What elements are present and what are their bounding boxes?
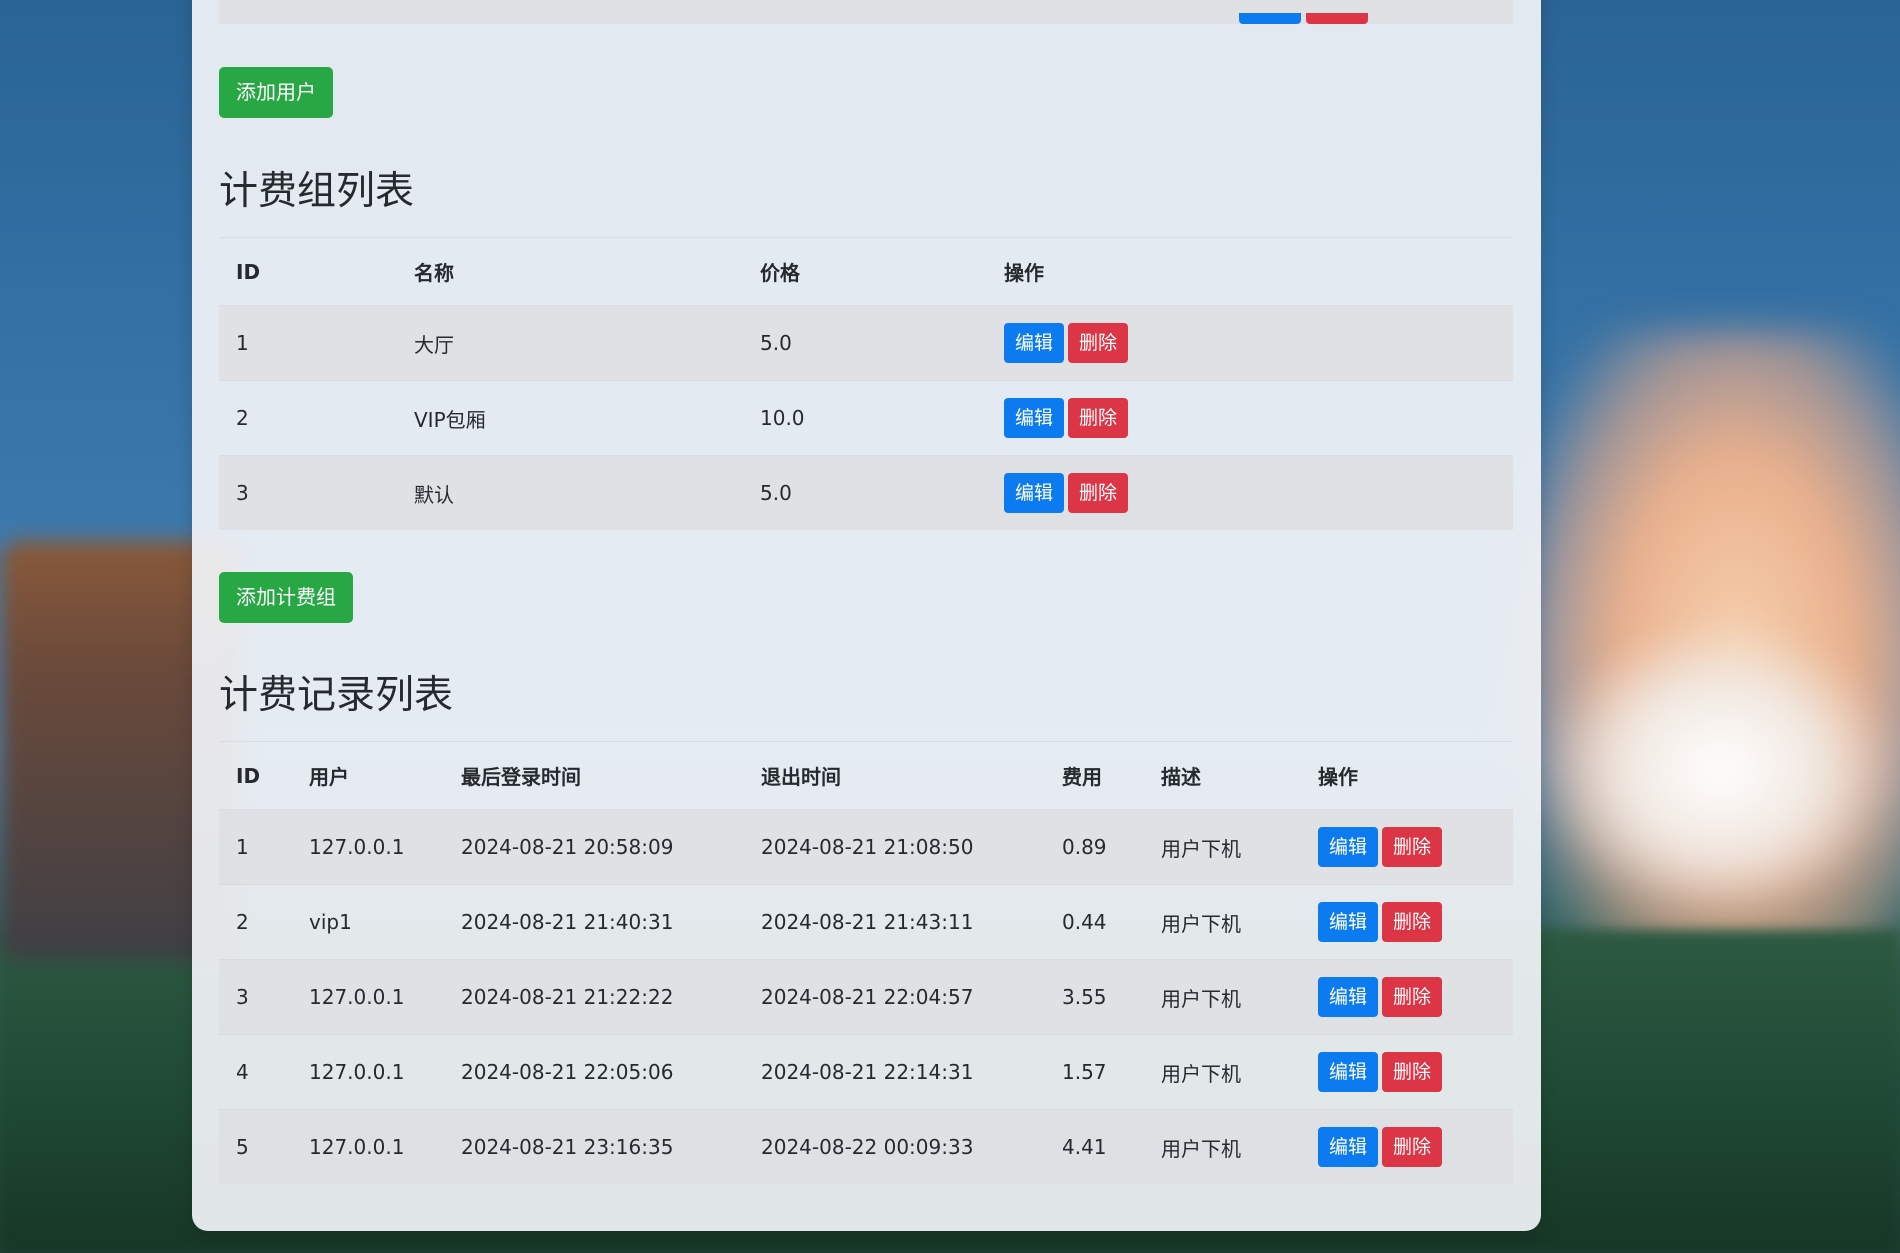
cell-actions: 编辑 删除: [1301, 960, 1513, 1035]
cell-login-time: 2024-08-21 23:16:35: [461, 1135, 674, 1159]
table-row: 4 127.0.0.1 2024-08-21 22:05:06 2024-08-…: [219, 1034, 1513, 1110]
user-table-last-row: [219, 0, 1513, 24]
column-header: 最后登录时间: [461, 765, 581, 789]
table-row: 3 127.0.0.1 2024-08-21 21:22:22 2024-08-…: [219, 959, 1513, 1035]
content-panel: 添加用户 计费组列表 ID 名称 价格 操作 1 大厅 5.0 编辑 删除 2 …: [192, 0, 1541, 1231]
column-header: 操作: [1004, 261, 1044, 285]
column-header: 费用: [1062, 765, 1102, 789]
edit-button[interactable]: [1239, 13, 1301, 24]
cell-description: 用户下机: [1161, 986, 1241, 1011]
cell-login-time: 2024-08-21 21:22:22: [461, 985, 674, 1009]
table-row: 2 vip1 2024-08-21 21:40:31 2024-08-21 21…: [219, 884, 1513, 960]
cell-price: 10.0: [760, 406, 805, 430]
cell-fee: 1.57: [1062, 1060, 1107, 1084]
add-billing-group-button[interactable]: 添加计费组: [219, 572, 353, 623]
cell-user: 127.0.0.1: [309, 835, 405, 859]
delete-button[interactable]: 删除: [1068, 323, 1129, 363]
edit-button[interactable]: 编辑: [1318, 827, 1379, 867]
column-header: 价格: [760, 261, 800, 285]
cell-logout-time: 2024-08-21 21:08:50: [761, 835, 974, 859]
cell-fee: 4.41: [1062, 1135, 1107, 1159]
cell-name: 默认: [414, 482, 454, 507]
cell-user: 127.0.0.1: [309, 985, 405, 1009]
cell-id: 1: [236, 835, 249, 859]
cell-login-time: 2024-08-21 21:40:31: [461, 910, 674, 934]
cell-id: 4: [236, 1060, 249, 1084]
column-header: 操作: [1318, 765, 1358, 789]
cell-user: vip1: [309, 910, 352, 934]
table-row: 1 大厅 5.0 编辑 删除: [219, 305, 1513, 381]
cell-fee: 0.44: [1062, 910, 1107, 934]
cell-id: 3: [236, 481, 249, 505]
cell-id: 3: [236, 985, 249, 1009]
edit-button[interactable]: 编辑: [1004, 473, 1065, 513]
cell-login-time: 2024-08-21 20:58:09: [461, 835, 674, 859]
cell-description: 用户下机: [1161, 911, 1241, 936]
edit-button[interactable]: 编辑: [1318, 902, 1379, 942]
billing-group-table: ID 名称 价格 操作 1 大厅 5.0 编辑 删除 2 VIP包厢 10.0 编…: [219, 238, 1513, 530]
column-header: ID: [236, 763, 261, 788]
cell-id: 2: [236, 910, 249, 934]
table-row: 3 默认 5.0 编辑 删除: [219, 455, 1513, 531]
cell-price: 5.0: [760, 481, 792, 505]
cell-fee: 3.55: [1062, 985, 1107, 1009]
cell-logout-time: 2024-08-21 21:43:11: [761, 910, 974, 934]
table-row: 2 VIP包厢 10.0 编辑 删除: [219, 380, 1513, 456]
cell-actions: 编辑 删除: [1301, 1110, 1513, 1185]
billing-record-title: 计费记录列表: [219, 673, 454, 718]
delete-button[interactable]: [1306, 13, 1368, 24]
cell-id: 5: [236, 1135, 249, 1159]
cell-actions: 编辑 删除: [1301, 1035, 1513, 1110]
cell-user: 127.0.0.1: [309, 1135, 405, 1159]
cell-id: 1: [236, 331, 249, 355]
cell-actions: 编辑 删除: [1301, 885, 1513, 960]
cell-logout-time: 2024-08-21 22:14:31: [761, 1060, 974, 1084]
delete-button[interactable]: 删除: [1382, 902, 1443, 942]
cell-description: 用户下机: [1161, 1136, 1241, 1161]
cell-description: 用户下机: [1161, 836, 1241, 861]
edit-button[interactable]: 编辑: [1318, 977, 1379, 1017]
column-header: ID: [236, 259, 261, 284]
cell-login-time: 2024-08-21 22:05:06: [461, 1060, 674, 1084]
column-header: 描述: [1161, 765, 1201, 789]
delete-button[interactable]: 删除: [1068, 398, 1129, 438]
edit-button[interactable]: 编辑: [1004, 323, 1065, 363]
delete-button[interactable]: 删除: [1382, 827, 1443, 867]
cell-logout-time: 2024-08-21 22:04:57: [761, 985, 974, 1009]
cell-fee: 0.89: [1062, 835, 1107, 859]
cell-description: 用户下机: [1161, 1061, 1241, 1086]
column-header: 名称: [414, 261, 454, 285]
edit-button[interactable]: 编辑: [1318, 1127, 1379, 1167]
column-header: 退出时间: [761, 765, 841, 789]
delete-button[interactable]: 删除: [1382, 1052, 1443, 1092]
cell-price: 5.0: [760, 331, 792, 355]
cell-actions: 编辑 删除: [987, 381, 1513, 456]
cell-actions: 编辑 删除: [987, 306, 1513, 381]
column-header: 用户: [309, 765, 349, 789]
delete-button[interactable]: 删除: [1382, 977, 1443, 1017]
cell-user: 127.0.0.1: [309, 1060, 405, 1084]
cell-name: VIP包厢: [414, 407, 486, 432]
add-user-button[interactable]: 添加用户: [219, 67, 333, 118]
table-row: 1 127.0.0.1 2024-08-21 20:58:09 2024-08-…: [219, 809, 1513, 885]
delete-button[interactable]: 删除: [1068, 473, 1129, 513]
table-header-row: ID 用户 最后登录时间 退出时间 费用 描述 操作: [219, 742, 1513, 810]
delete-button[interactable]: 删除: [1382, 1127, 1443, 1167]
edit-button[interactable]: 编辑: [1004, 398, 1065, 438]
table-header-row: ID 名称 价格 操作: [219, 238, 1513, 306]
cell-id: 2: [236, 406, 249, 430]
table-row: 5 127.0.0.1 2024-08-21 23:16:35 2024-08-…: [219, 1109, 1513, 1185]
billing-record-table: ID 用户 最后登录时间 退出时间 费用 描述 操作 1 127.0.0.1 2…: [219, 742, 1513, 1184]
billing-group-title: 计费组列表: [219, 169, 415, 214]
cell-actions: 编辑 删除: [1301, 810, 1513, 885]
cell-name: 大厅: [414, 332, 454, 357]
cell-logout-time: 2024-08-22 00:09:33: [761, 1135, 974, 1159]
cell-actions: 编辑 删除: [987, 456, 1513, 531]
edit-button[interactable]: 编辑: [1318, 1052, 1379, 1092]
